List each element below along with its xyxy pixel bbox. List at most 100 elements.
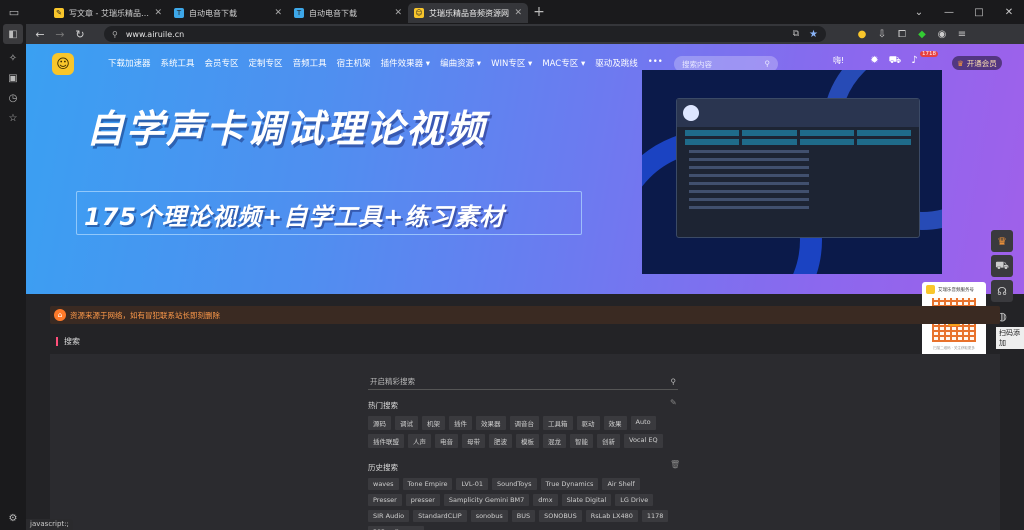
maximize-button[interactable]: □ [964,7,994,18]
float-service-icon[interactable]: ☊ [991,280,1013,302]
nav-item-4[interactable]: 音频工具 [293,57,327,69]
search-tag[interactable]: SIR Audio [368,510,410,522]
search-tag[interactable]: 插件 [449,416,472,430]
trash-icon[interactable]: 🗑 [670,460,680,469]
reload-icon[interactable]: ↻ [70,28,90,41]
search-tag[interactable]: 智能 [570,434,593,448]
search-tag[interactable]: 源码 [368,416,391,430]
tab-close-icon[interactable]: ✕ [154,8,162,18]
download-icon[interactable]: ⇩ [872,29,892,40]
search-tag[interactable]: Presser [368,494,402,506]
close-window-button[interactable]: ✕ [994,7,1024,18]
nav-item-9[interactable]: MAC专区 ▾ [542,57,585,69]
tab-close-icon[interactable]: ✕ [274,8,282,18]
minimize-button[interactable]: — [934,7,964,18]
nav-item-1[interactable]: 系统工具 [161,57,195,69]
bookmark-star-icon[interactable]: ★ [809,29,818,40]
float-vip-crown-icon[interactable]: ♛ [991,230,1013,252]
cart-icon[interactable]: ⛟ [889,55,902,68]
workspaces-icon[interactable]: ▭ [0,0,28,24]
collections-icon[interactable]: ▣ [0,68,26,88]
search-tag[interactable]: waves [368,478,399,490]
search-tag[interactable]: Air Shelf [602,478,640,490]
extensions-icon[interactable]: ⧠ [892,29,912,40]
vip-button[interactable]: ♛ 开通会员 [952,56,1002,70]
search-tag[interactable]: Auto [630,416,656,430]
install-app-icon[interactable]: ⧉ [793,29,799,39]
search-tag[interactable]: 模板 [516,434,539,448]
site-logo[interactable]: ☺ [52,53,74,75]
search-tag[interactable]: LVL-01 [456,478,488,490]
edit-icon[interactable]: ✎ [670,398,677,407]
panel-search-icon[interactable]: ⚲ [671,377,677,386]
tab-0[interactable]: ✎ 写文章 - 艾瑞乐精品音频资源网 ✕ [48,3,168,23]
search-tag[interactable]: SoundToys [491,478,537,490]
search-tag[interactable]: 电音 [435,434,458,448]
search-tag[interactable]: 创新 [597,434,620,448]
search-tag[interactable]: StandardCLIP [413,510,467,522]
search-tag[interactable]: 人声 [408,434,431,448]
theme-icon[interactable]: ✹ [870,55,878,68]
tab-search-icon[interactable]: ⌄ [904,7,934,18]
extension-green-icon[interactable]: ◆ [912,29,932,40]
nav-item-7[interactable]: 编曲资源 ▾ [440,57,481,69]
history-icon[interactable]: ◷ [0,88,26,108]
search-tag[interactable]: Slate Digital [561,494,612,506]
nav-item-10[interactable]: 驱动及跳线 [595,57,638,69]
user-greeting[interactable]: 嗨! [833,55,844,68]
search-tag[interactable]: 效果器 [476,416,506,430]
settings-gear-icon[interactable]: ⚙ [0,508,26,528]
new-tab-button[interactable]: + [528,4,550,20]
nav-item-8[interactable]: WIN专区 ▾ [491,57,532,69]
favorites-icon[interactable]: ☆ [0,108,26,128]
search-tag[interactable]: 插件联盟 [368,434,404,448]
nav-item-0[interactable]: 下载加速器 [108,57,151,69]
back-icon[interactable]: ← [30,28,50,41]
search-tag[interactable]: dmx [533,494,558,506]
nav-item-2[interactable]: 会员专区 [205,57,239,69]
search-icon[interactable]: ⚲ [765,59,771,69]
search-tag[interactable]: SONOBUS [539,510,582,522]
tab-close-icon[interactable]: ✕ [514,8,522,18]
search-tag[interactable]: 调试 [395,416,418,430]
search-tag[interactable]: True Dynamics [540,478,599,490]
nav-item-3[interactable]: 定制专区 [249,57,283,69]
tab-close-icon[interactable]: ✕ [394,8,402,18]
tab-2[interactable]: T 自动电音下载 ✕ [288,3,408,23]
search-tag[interactable]: Vocal EQ [624,434,663,448]
nav-item-5[interactable]: 宿主机架 [337,57,371,69]
panel-search-input[interactable]: 开启精彩搜索 ⚲ [368,373,678,390]
hero-banner[interactable]: ☺ 下载加速器 系统工具 会员专区 定制专区 音频工具 宿主机架 插件效果器 ▾ 编曲资源 ▾… [26,44,1024,294]
search-tag[interactable]: presser [405,494,440,506]
profile-icon[interactable]: ◉ [932,29,952,40]
search-tag[interactable]: 效果 [603,416,627,430]
site-info-icon[interactable]: ⚲ [112,30,118,39]
search-tag[interactable]: Tone Empire [402,478,453,490]
emoji-extension-icon[interactable]: ● [852,29,872,40]
nav-item-11[interactable]: ••• [648,57,663,69]
search-tag[interactable]: Samplicity Gemini BM7 [443,494,530,506]
nav-item-6[interactable]: 插件效果器 ▾ [381,57,430,69]
float-cart-icon[interactable]: ⛟ [991,255,1013,277]
search-tag[interactable]: 肥波 [489,434,512,448]
search-tag[interactable]: 调音台 [509,416,539,430]
search-tag[interactable]: sonobus [470,510,508,522]
tab-1[interactable]: T 自动电音下载 ✕ [168,3,288,23]
sidebar-toggle-icon[interactable]: ◧ [3,24,23,44]
search-tag[interactable]: BUS [511,510,536,522]
copilot-icon[interactable]: ✧ [0,48,26,68]
search-tag[interactable]: 1178 [641,510,669,522]
search-tag[interactable]: 驱动 [576,416,600,430]
search-tag[interactable]: 母带 [462,434,485,448]
menu-icon[interactable]: ≡ [952,29,972,40]
address-bar[interactable]: ⚲ www.airuile.cn ⧉ ★ [104,26,826,42]
tab-3[interactable]: ☺ 艾瑞乐精品音频资源网 ✕ [408,3,528,23]
search-tag[interactable]: 机架 [422,416,445,430]
search-tag[interactable]: 混龙 [543,434,566,448]
bell-icon[interactable]: ♪ [911,55,917,68]
search-tag[interactable]: RsLab LX480 [585,510,638,522]
forward-icon[interactable]: → [50,28,70,41]
search-tag[interactable]: 工具箱 [543,416,573,430]
search-tag[interactable]: PSPaudioware [368,526,424,530]
search-tag[interactable]: LG Drive [615,494,654,506]
